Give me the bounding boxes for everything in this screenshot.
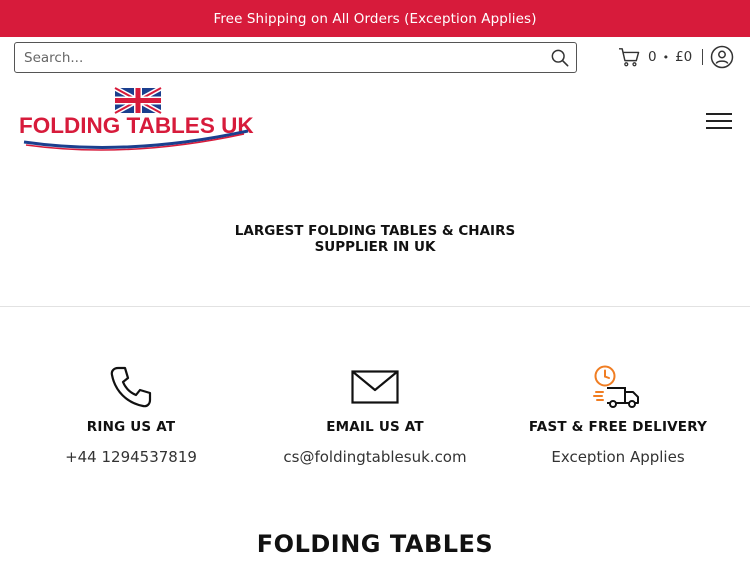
section-divider	[0, 306, 750, 307]
feature-delivery: FAST & FREE DELIVERY Exception Applies	[498, 362, 738, 466]
phone-link[interactable]: +44 1294537819	[65, 448, 197, 466]
feature-title: FAST & FREE DELIVERY	[528, 419, 708, 435]
feature-title: RING US AT	[86, 419, 176, 435]
envelope-icon	[351, 370, 399, 404]
email-link[interactable]: cs@foldingtablesuk.com	[283, 448, 466, 466]
feature-email: EMAIL US AT cs@foldingtablesuk.com	[255, 362, 495, 466]
search-bar	[14, 42, 577, 73]
cart-icon	[619, 48, 640, 67]
feature-phone: RING US AT +44 1294537819	[11, 362, 251, 466]
search-input[interactable]	[15, 43, 544, 72]
phone-icon	[110, 366, 152, 408]
search-button[interactable]	[544, 43, 576, 72]
announcement-bar: Free Shipping on All Orders (Exception A…	[0, 0, 750, 37]
union-jack-flag	[113, 85, 163, 116]
section-title: FOLDING TABLES	[256, 530, 494, 558]
logo-text: FOLDING TABLES UK	[19, 113, 254, 138]
delivery-truck-icon	[593, 365, 639, 408]
tagline: LARGEST FOLDING TABLES & CHAIRS SUPPLIER…	[0, 223, 750, 255]
feature-subtitle: Exception Applies	[551, 448, 685, 466]
hamburger-menu-icon[interactable]	[706, 112, 732, 130]
announcement-text: Free Shipping on All Orders (Exception A…	[213, 10, 537, 27]
cart-count: 0	[648, 49, 657, 65]
header-divider	[702, 49, 703, 65]
feature-title: EMAIL US AT	[326, 419, 424, 435]
tagline-line-2: SUPPLIER IN UK	[314, 239, 436, 255]
cart-total: £0	[675, 49, 693, 65]
account-icon[interactable]	[710, 45, 734, 69]
tagline-line-1: LARGEST FOLDING TABLES & CHAIRS	[234, 223, 516, 239]
cart-link[interactable]: 0 • £0	[618, 45, 692, 69]
cart-separator: •	[662, 50, 670, 64]
search-icon	[551, 49, 569, 66]
site-logo[interactable]: FOLDING TABLES UK	[18, 85, 254, 153]
